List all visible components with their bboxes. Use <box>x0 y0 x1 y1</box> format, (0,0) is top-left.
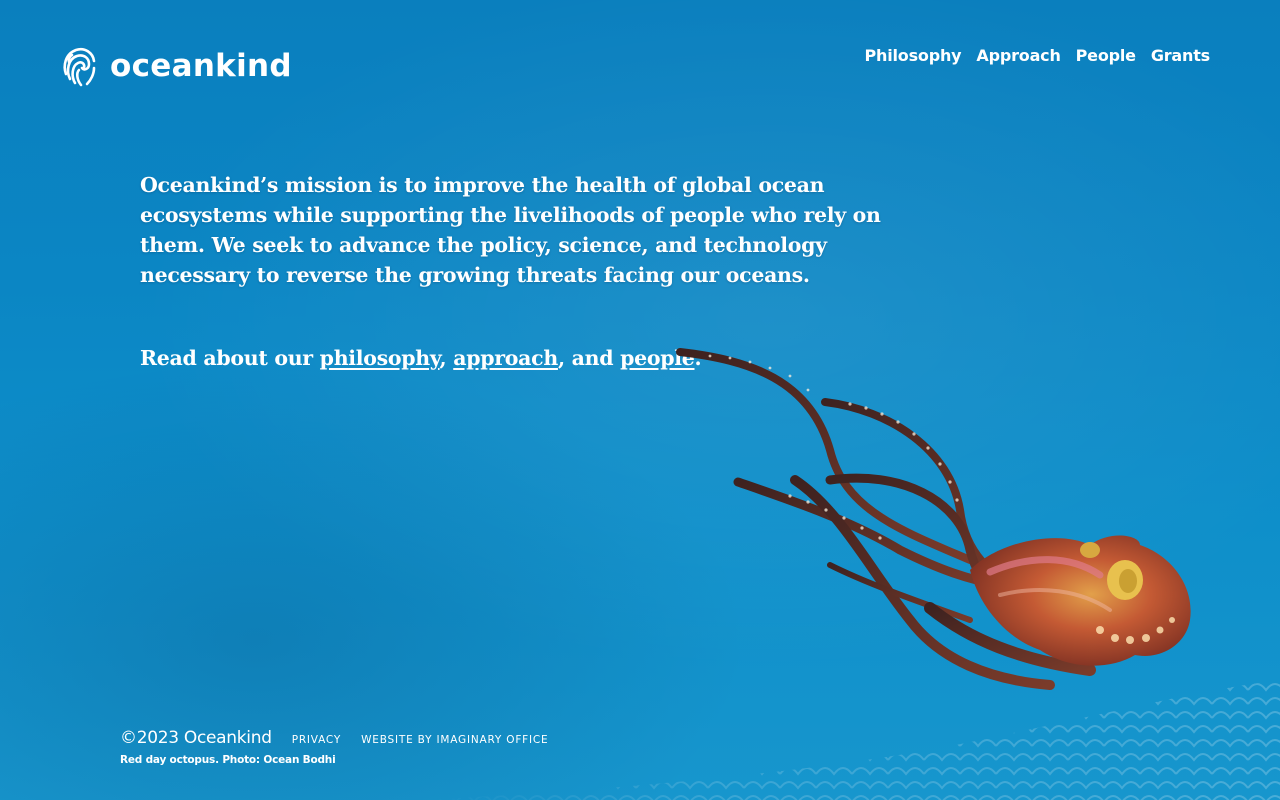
philosophy-link[interactable]: philosophy <box>320 346 440 370</box>
brand-name: oceankind <box>110 47 292 84</box>
octopus-photo <box>676 348 1191 690</box>
nav-people[interactable]: People <box>1076 46 1136 65</box>
copyright-text: ©2023 Oceankind <box>120 728 272 748</box>
read-about-line: Read about our philosophy, approach, and… <box>140 343 702 373</box>
site-header: oceankind Philosophy Approach People Gra… <box>60 44 1220 92</box>
home-logo-link[interactable]: oceankind <box>60 44 292 88</box>
photo-caption: Red day octopus. Photo: Ocean Bodhi <box>120 754 336 766</box>
fingerprint-wave-icon <box>63 47 96 87</box>
nav-grants[interactable]: Grants <box>1151 46 1210 65</box>
mission-statement: Oceankind’s mission is to improve the he… <box>140 173 881 287</box>
separator-1: , <box>439 346 454 370</box>
separator-2: , and <box>557 346 621 370</box>
site-footer: ©2023 Oceankind PRIVACY WEBSITE BY IMAGI… <box>120 728 548 766</box>
nav-approach[interactable]: Approach <box>976 46 1060 65</box>
footer-row: ©2023 Oceankind PRIVACY WEBSITE BY IMAGI… <box>120 728 548 748</box>
nav-philosophy[interactable]: Philosophy <box>865 46 962 65</box>
privacy-link[interactable]: PRIVACY <box>292 734 341 746</box>
main-nav: Philosophy Approach People Grants <box>865 46 1211 65</box>
website-credit-link[interactable]: WEBSITE BY IMAGINARY OFFICE <box>361 734 548 746</box>
read-prefix: Read about our <box>140 346 320 370</box>
approach-link[interactable]: approach <box>453 346 558 370</box>
